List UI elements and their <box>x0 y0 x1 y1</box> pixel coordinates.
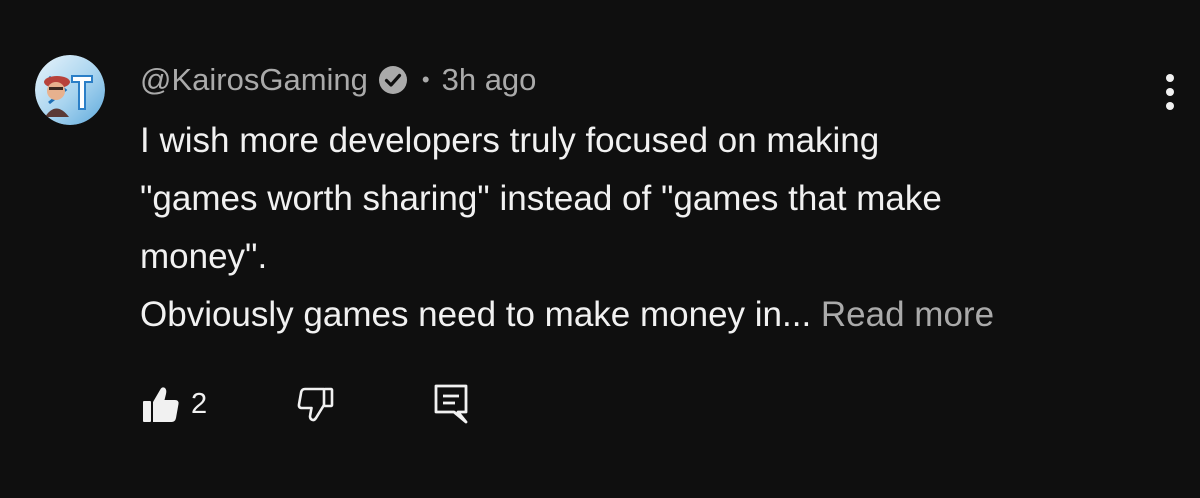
avatar[interactable] <box>35 55 105 125</box>
read-more-link[interactable]: Read more <box>821 295 994 334</box>
comment-line-text: Obviously games need to make money in... <box>140 295 812 334</box>
comment-header: @KairosGaming • 3h ago <box>140 57 536 103</box>
dislike-button[interactable] <box>295 384 335 424</box>
reply-button[interactable] <box>431 382 471 426</box>
header-separator: • <box>421 67 430 92</box>
comment-timestamp[interactable]: 3h ago <box>442 62 537 98</box>
comment-line-last: Obviously games need to make money in...… <box>140 286 1180 344</box>
author-name[interactable]: @KairosGaming <box>140 62 368 98</box>
comment-line: I wish more developers truly focused on … <box>140 121 880 160</box>
verified-check-icon <box>378 65 408 95</box>
comment-thread: @KairosGaming • 3h ago I wish more devel… <box>0 0 1200 498</box>
comment-line: money". <box>140 237 268 276</box>
like-button[interactable]: 2 <box>140 384 207 424</box>
thumbs-down-icon <box>297 387 334 422</box>
thumbs-up-icon <box>143 387 179 422</box>
comment-line: "games worth sharing" instead of "games … <box>140 179 942 218</box>
like-count: 2 <box>191 387 208 420</box>
reply-comment-icon <box>434 384 468 424</box>
comment-text: I wish more developers truly focused on … <box>140 112 1180 344</box>
comment-actions: 2 <box>140 380 471 428</box>
more-vertical-icon[interactable] <box>1150 72 1190 116</box>
